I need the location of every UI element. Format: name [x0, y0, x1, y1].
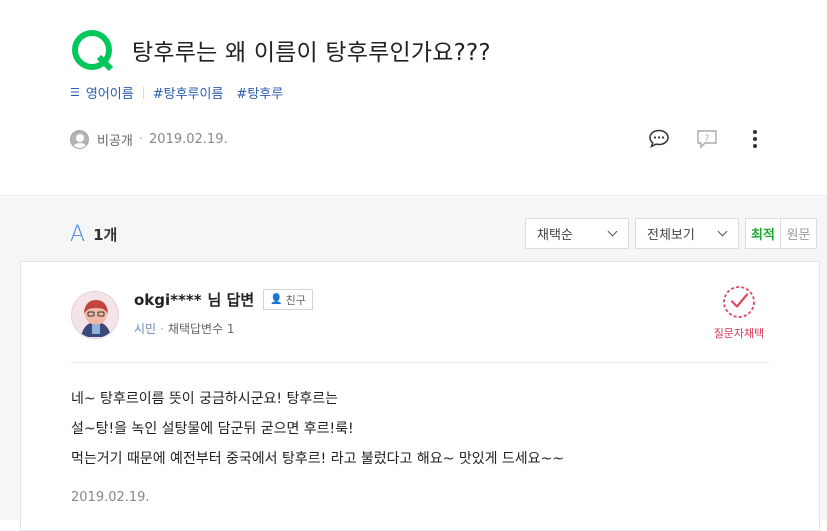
more-vertical-icon — [753, 130, 757, 148]
chevron-down-icon — [607, 226, 618, 237]
add-friend-label: 친구 — [285, 293, 306, 307]
adopted-count: 채택답변수 1 — [167, 322, 235, 336]
avatar — [71, 291, 119, 339]
answer-count: 1개 — [93, 226, 118, 244]
answer-line: 설~탕!을 녹인 설탕물에 담군뒤 굳으면 후르!룩! — [71, 421, 354, 437]
category-link[interactable]: 영어이름 — [86, 83, 134, 102]
answer-divider — [71, 362, 769, 363]
answer-line: 먹는거기 때문에 예전부터 중국에서 탕후르! 라고 불렀다고 해요~ 맛있게 … — [71, 451, 565, 467]
svg-text:?: ? — [705, 134, 710, 144]
sort-select-label: 채택순 — [537, 228, 573, 243]
answer-a-icon: A — [70, 222, 86, 247]
tag-link[interactable]: #탕후루이름 — [153, 83, 224, 102]
view-toggle: 최적 원문 — [745, 218, 817, 249]
toggle-original[interactable]: 원문 — [781, 219, 816, 248]
answerer-name-row: okgi**** 님 답변 👤 친구 — [134, 289, 313, 310]
chosen-label: 질문자채택 — [713, 327, 765, 340]
answer-card: okgi**** 님 답변 👤 친구 시민 · 채택답변수 1 질문자채택 네~ 탕… — [20, 261, 820, 531]
answerer-name[interactable]: okgi**** — [134, 291, 202, 309]
report-icon: ? — [697, 130, 717, 149]
answerer-meta: 시민 · 채택답변수 1 — [134, 320, 235, 337]
chevron-down-icon — [717, 226, 728, 237]
sort-select[interactable]: 채택순 — [525, 218, 629, 249]
more-button[interactable] — [743, 127, 767, 151]
answers-section: A 1개 채택순 전체보기 최적 원문 okgi**** 님 답변 👤 친구 시… — [0, 197, 827, 531]
questioner-chosen-badge: 질문자채택 — [709, 284, 769, 341]
report-button[interactable]: ? — [695, 127, 719, 151]
answer-body: 네~ 탕후르이름 뜻이 궁금하시군요! 탕후르는 설~탕!을 녹인 설탕물에 담… — [71, 384, 564, 474]
meta-dot: · — [138, 132, 144, 147]
question-section: 탕후루는 왜 이름이 탕후루인가요??? ☰ 영어이름 #탕후루이름 #탕후루 … — [0, 0, 827, 196]
filter-select-label: 전체보기 — [647, 228, 695, 243]
question-author: 비공개 · 2019.02.19. — [70, 130, 228, 149]
question-title: 탕후루는 왜 이름이 탕후루인가요??? — [132, 40, 491, 66]
avatar — [70, 130, 89, 149]
chosen-check-icon — [723, 286, 755, 318]
toggle-best[interactable]: 최적 — [746, 219, 781, 248]
author-name: 비공개 — [97, 134, 133, 149]
question-date: 2019.02.19. — [149, 132, 228, 147]
comment-button[interactable] — [647, 127, 671, 151]
question-actions: ? — [647, 127, 767, 151]
add-friend-button[interactable]: 👤 친구 — [263, 289, 313, 310]
answer-suffix: 님 답변 — [207, 291, 255, 309]
add-friend-icon: 👤 — [270, 294, 283, 305]
answerer-avatar-icon — [72, 292, 118, 338]
tag-divider — [142, 86, 144, 99]
question-q-icon — [72, 30, 114, 72]
sort-controls: 채택순 전체보기 최적 원문 — [525, 218, 817, 249]
tag-link[interactable]: #탕후루 — [236, 83, 283, 102]
answerer-level: 시민 — [134, 322, 157, 336]
answer-line: 네~ 탕후르이름 뜻이 궁금하시군요! 탕후르는 — [71, 391, 338, 407]
meta-dot: · — [160, 322, 164, 336]
tag-list: ☰ 영어이름 #탕후루이름 #탕후루 — [70, 83, 296, 102]
filter-select[interactable]: 전체보기 — [635, 218, 739, 249]
category-icon: ☰ — [70, 86, 80, 99]
comment-icon — [649, 129, 669, 149]
answer-date: 2019.02.19. — [71, 490, 150, 505]
answers-header: A 1개 — [70, 222, 117, 247]
